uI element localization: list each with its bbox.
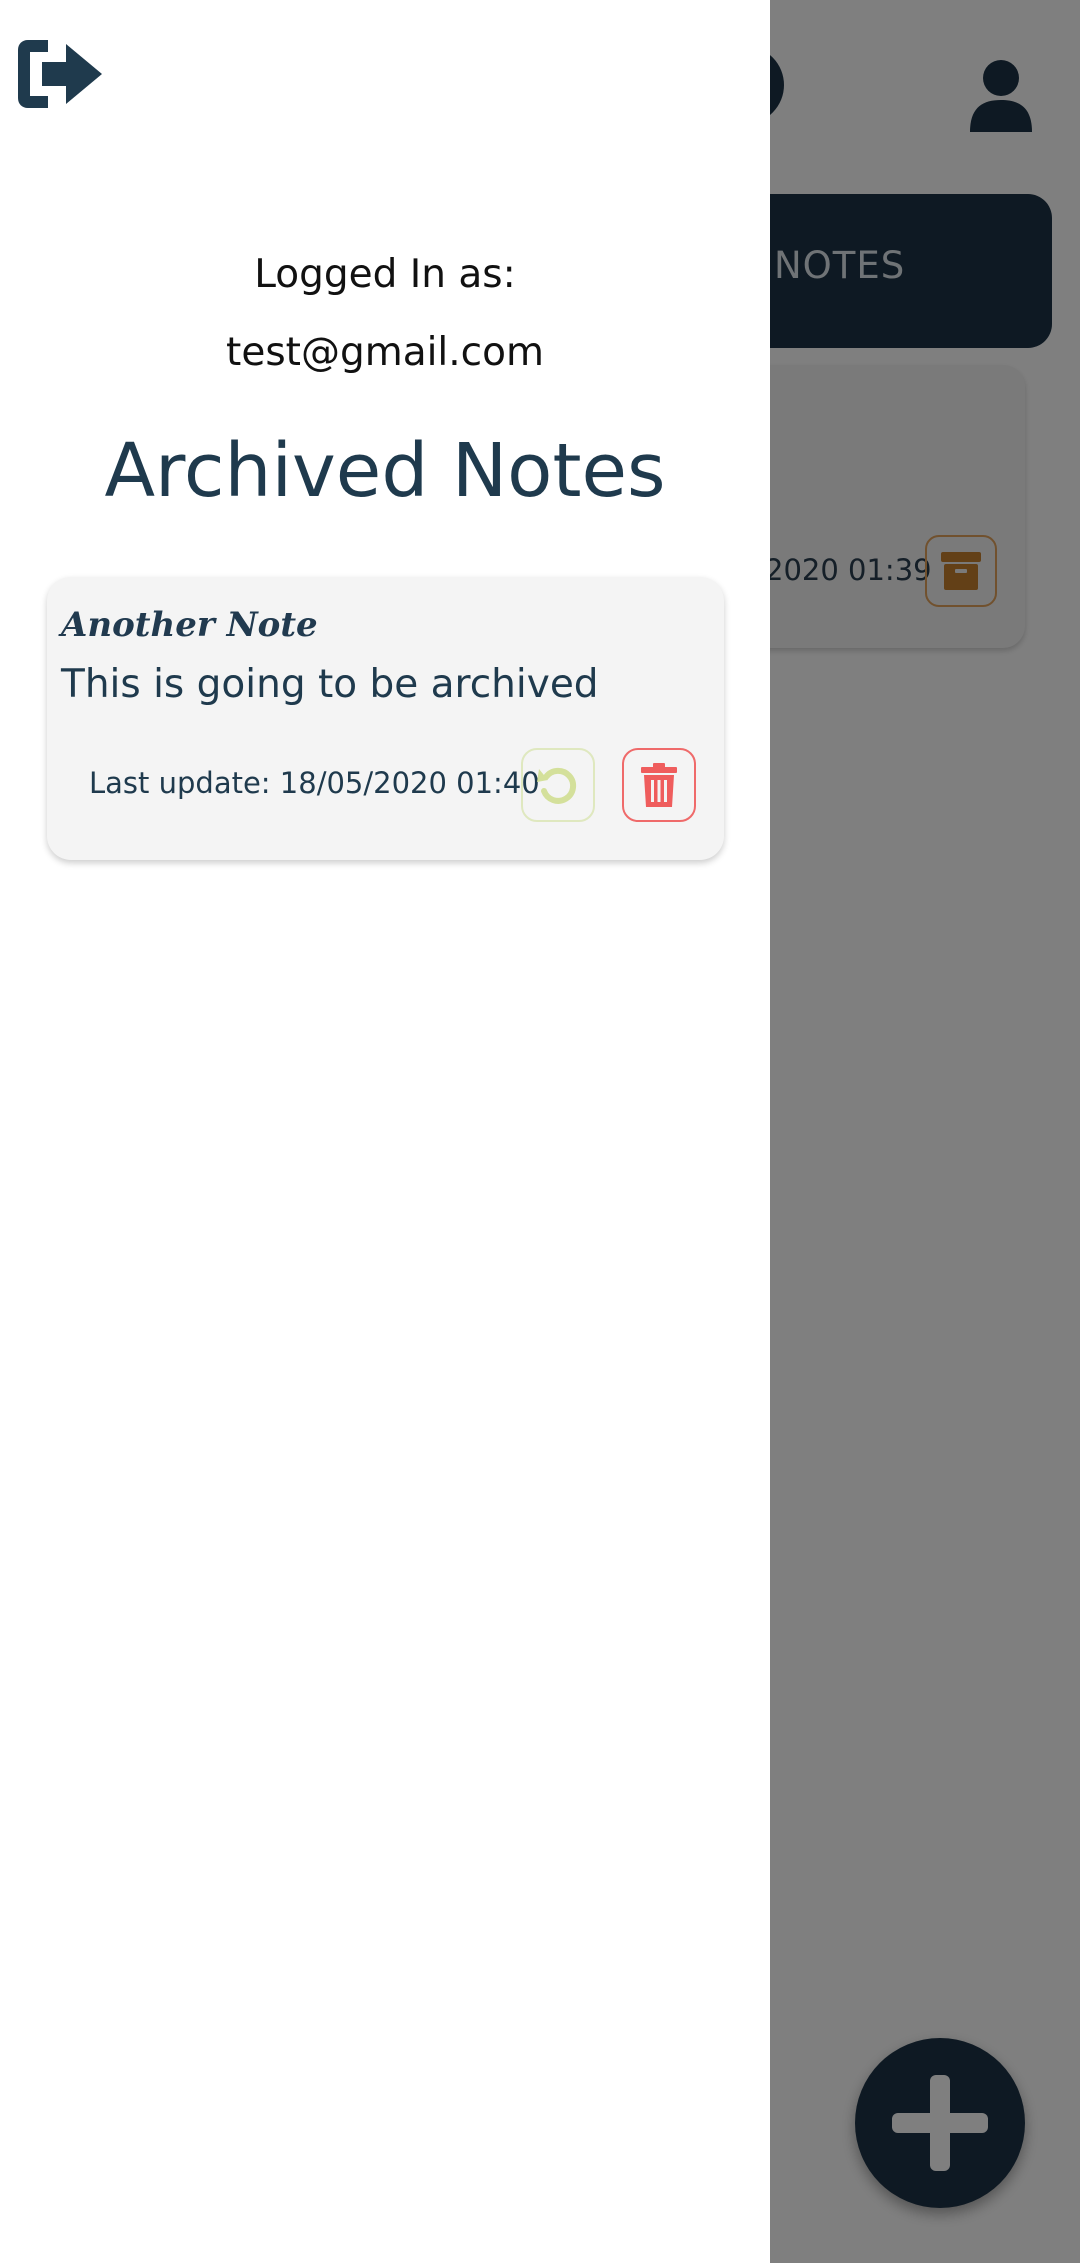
trash-icon <box>641 763 677 807</box>
user-email: test@gmail.com <box>226 330 544 375</box>
logout-button[interactable] <box>14 36 106 112</box>
note-title: Another Note <box>61 605 318 645</box>
archived-notes-title: Archived Notes <box>104 428 666 514</box>
logged-in-label: Logged In as: <box>254 252 516 297</box>
delete-button[interactable] <box>622 748 696 822</box>
restore-icon <box>537 767 577 804</box>
restore-button[interactable] <box>521 748 595 822</box>
navigation-drawer: Logged In as: test@gmail.com Archived No… <box>0 0 770 2263</box>
note-body: This is going to be archived <box>61 662 599 707</box>
logout-icon <box>18 40 102 108</box>
note-last-update: Last update: 18/05/2020 01:40 <box>89 766 540 800</box>
archived-note-card[interactable]: Another Note This is going to be archive… <box>47 577 724 860</box>
